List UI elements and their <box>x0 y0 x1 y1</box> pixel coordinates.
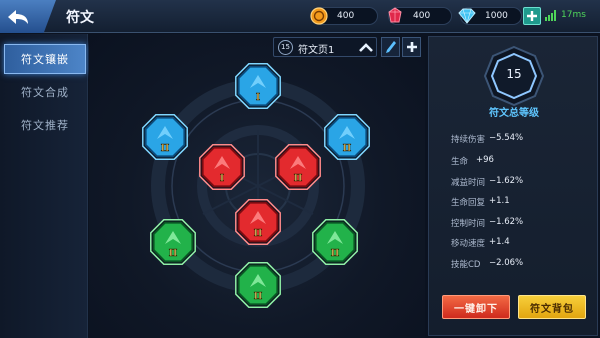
rune-tier-label: II <box>169 249 177 259</box>
chevron-up-icon[interactable] <box>358 41 374 54</box>
blue-rune-slot[interactable]: I <box>235 63 281 109</box>
stat-row: 生命回复 +1.1 <box>451 196 510 208</box>
stat-label: 生命 <box>451 157 469 167</box>
stat-value: −5.54% <box>489 133 524 143</box>
rune-tier-label: II <box>294 174 302 184</box>
stat-row: 移动速度 +1.4 <box>451 237 510 249</box>
stat-label: 持续伤害 <box>451 135 486 145</box>
unequip-all-button[interactable]: 一键卸下 <box>442 295 510 319</box>
stat-value: −1.62% <box>489 176 524 186</box>
stat-row: 技能CD −2.06% <box>451 258 523 270</box>
rune-tier-label: II <box>254 229 262 239</box>
stat-row: 减益时间 −1.62% <box>451 176 523 188</box>
rune-page-name: 符文页1 <box>298 45 335 56</box>
rune-stats-panel: 15 符文总等级 持续伤害 −5.54% 生命 +96 减益时间 −1.62% … <box>428 36 598 336</box>
red-rune-slot[interactable]: II <box>275 144 321 190</box>
stat-label: 减益时间 <box>451 178 486 188</box>
stat-value: +1.1 <box>489 196 510 206</box>
rune-page-selector[interactable]: 15 符文页1 <box>273 37 377 57</box>
rename-page-button[interactable] <box>381 37 400 57</box>
rune-page-number: 15 <box>278 40 293 55</box>
green-rune-slot[interactable]: II <box>235 262 281 308</box>
pencil-icon <box>385 41 396 53</box>
stat-value: +1.4 <box>489 237 510 247</box>
rune-total-level: 15 <box>506 67 522 81</box>
rune-tier-label: I <box>256 93 260 103</box>
add-page-button[interactable] <box>402 37 421 57</box>
rune-bag-button[interactable]: 符文背包 <box>518 295 586 319</box>
stat-row: 控制时间 −1.62% <box>451 217 523 229</box>
rune-tier-label: II <box>331 249 339 259</box>
plus-icon <box>406 42 417 52</box>
green-rune-slot[interactable]: II <box>312 219 358 265</box>
green-rune-slot[interactable]: II <box>150 219 196 265</box>
stat-label: 控制时间 <box>451 219 486 229</box>
stat-label: 生命回复 <box>451 198 486 208</box>
stat-row: 持续伤害 −5.54% <box>451 133 523 145</box>
stat-value: −1.62% <box>489 217 524 227</box>
red-rune-slot[interactable]: II <box>235 199 281 245</box>
stat-value: −2.06% <box>489 258 524 268</box>
rune-tier-label: II <box>161 144 169 154</box>
stat-value: +96 <box>476 155 494 165</box>
rune-tier-label: II <box>343 144 351 154</box>
stat-label: 移动速度 <box>451 239 486 249</box>
rune-total-level-title: 符文总等级 <box>489 108 539 119</box>
rune-tier-label: I <box>220 174 224 184</box>
stat-label: 技能CD <box>451 260 481 270</box>
blue-rune-slot[interactable]: II <box>142 114 188 160</box>
blue-rune-slot[interactable]: II <box>324 114 370 160</box>
stat-row: 生命 +96 <box>451 155 494 167</box>
rune-tier-label: II <box>254 292 262 302</box>
red-rune-slot[interactable]: I <box>199 144 245 190</box>
